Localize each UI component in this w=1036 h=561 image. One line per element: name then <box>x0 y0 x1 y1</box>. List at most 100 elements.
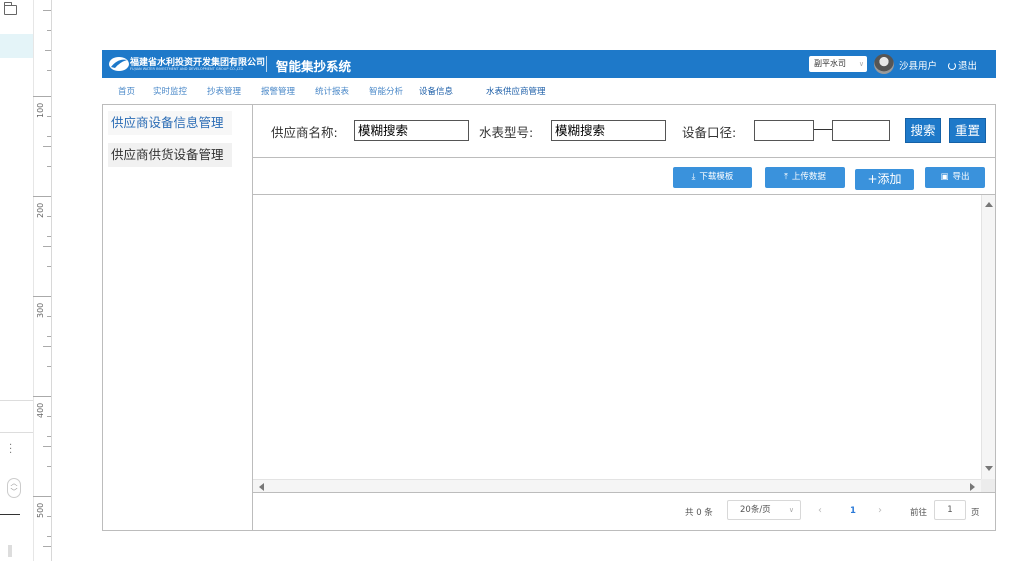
sidebar-item-supplier-device-info[interactable]: 供应商设备信息管理 <box>108 111 232 135</box>
scroll-handle[interactable] <box>8 545 12 557</box>
ruler-tick <box>47 316 51 317</box>
main-panel: 供应商名称: 模糊搜索 水表型号: 模糊搜索 设备口径: 搜索 重置 ⤓ 下载模板… <box>253 104 996 531</box>
filter-bar: 供应商名称: 模糊搜索 水表型号: 模糊搜索 设备口径: 搜索 重置 <box>253 105 995 158</box>
scrollbar-corner <box>981 479 995 492</box>
scroll-up-arrow-icon[interactable] <box>985 202 993 207</box>
ruler-tick <box>33 196 51 197</box>
horizontal-scrollbar[interactable] <box>253 479 981 492</box>
power-icon <box>948 62 956 70</box>
folder-icon[interactable] <box>4 2 17 15</box>
ruler-tick <box>45 50 51 51</box>
ruler-tick <box>47 366 51 367</box>
user-avatar[interactable] <box>874 54 894 74</box>
supplier-name-input[interactable]: 模糊搜索 <box>354 120 469 141</box>
org-name-english: FUJIAN WATER INVESTMENT AND DEVELOPMENT … <box>130 67 244 71</box>
download-template-button[interactable]: ⤓ 下载模板 <box>673 167 752 188</box>
nav-item-alarm[interactable]: 报警管理 <box>261 85 295 97</box>
sidebar: 供应商设备信息管理 供应商供货设备管理 <box>102 104 253 531</box>
next-page-icon[interactable]: › <box>878 505 882 516</box>
ruler-tick <box>47 436 51 437</box>
nav-item-meter-reading[interactable]: 抄表管理 <box>207 85 241 97</box>
top-header-bar: 福建省水利投资开发集团有限公司 FUJIAN WATER INVESTMENT … <box>102 50 996 78</box>
ruler-tick <box>47 70 51 71</box>
selected-layer-band[interactable] <box>0 34 33 58</box>
vertical-ruler: 100 200 300 400 500 <box>33 0 52 561</box>
logout-button[interactable]: 退出 <box>948 58 977 72</box>
ruler-tick <box>33 396 51 397</box>
logout-label: 退出 <box>958 61 978 72</box>
sidebar-item-supplier-supply-device[interactable]: 供应商供货设备管理 <box>108 143 232 167</box>
meter-model-input[interactable]: 模糊搜索 <box>551 120 666 141</box>
ruler-tick <box>33 496 51 497</box>
reset-button[interactable]: 重置 <box>949 118 986 143</box>
action-bar: ⤓ 下载模板 ⤒ 上传数据 +添加 ▣ 导出 <box>253 158 995 195</box>
divider <box>0 514 20 515</box>
upload-icon: ⤒ <box>784 172 788 182</box>
search-button[interactable]: 搜索 <box>905 118 941 143</box>
nav-item-supplier-management[interactable]: 水表供应商管理 <box>486 85 546 97</box>
goto-label: 前往 <box>910 508 928 518</box>
ruler-label: 500 <box>36 502 45 518</box>
ruler-label: 100 <box>36 102 45 118</box>
ruler-tick <box>47 236 51 237</box>
ruler-tick <box>47 166 51 167</box>
ruler-tick <box>47 416 51 417</box>
ruler-tick <box>43 446 51 447</box>
page-size-select[interactable]: 20条/页 ∨ <box>727 500 801 520</box>
caliber-label: 设备口径: <box>682 125 737 140</box>
user-name[interactable]: 沙县用户 <box>899 58 937 72</box>
ruler-tick <box>33 96 51 97</box>
ruler-label: 400 <box>36 402 45 418</box>
nav-item-smart-analysis[interactable]: 智能分析 <box>369 85 403 97</box>
ruler-tick <box>43 246 51 247</box>
nav-item-realtime-monitor[interactable]: 实时监控 <box>153 85 187 97</box>
ruler-label: 300 <box>36 302 45 318</box>
ruler-tick <box>47 216 51 217</box>
app-frame: 福建省水利投资开发集团有限公司 FUJIAN WATER INVESTMENT … <box>102 50 996 531</box>
vertical-scrollbar[interactable] <box>981 195 995 479</box>
scroll-down-arrow-icon[interactable] <box>985 466 993 471</box>
ruler-tick <box>33 296 51 297</box>
scroll-right-arrow-icon[interactable] <box>970 483 975 491</box>
ruler-tick <box>43 146 51 147</box>
caliber-from-input[interactable] <box>754 120 814 141</box>
nav-item-statistics[interactable]: 统计报表 <box>315 85 349 97</box>
ruler-tick <box>47 136 51 137</box>
current-page[interactable]: 1 <box>850 506 856 516</box>
caliber-to-input[interactable] <box>832 120 890 141</box>
company-select-value: 副平水司 <box>814 59 846 68</box>
export-label: 导出 <box>952 172 970 182</box>
nav-item-device-info[interactable]: 设备信息 <box>419 85 453 97</box>
upload-data-label: 上传数据 <box>791 172 826 182</box>
company-select[interactable]: 副平水司 ∨ <box>809 56 867 72</box>
range-separator <box>814 129 832 130</box>
supplier-name-label: 供应商名称: <box>271 125 338 140</box>
data-table <box>253 195 995 492</box>
download-icon: ⤓ <box>691 172 696 182</box>
ruler-label: 200 <box>36 202 45 218</box>
export-button[interactable]: ▣ 导出 <box>925 167 985 188</box>
ruler-tick <box>47 466 51 467</box>
scroll-left-arrow-icon[interactable] <box>259 483 264 491</box>
header-divider <box>266 56 267 72</box>
prev-page-icon[interactable]: ‹ <box>818 505 822 516</box>
ruler-tick <box>43 346 51 347</box>
chevron-up-down-icon[interactable]: ︿ ﹀ <box>7 478 21 498</box>
upload-data-button[interactable]: ⤒ 上传数据 <box>765 167 845 188</box>
nav-item-home[interactable]: 首页 <box>118 85 135 97</box>
chevron-down-icon: ∨ <box>858 60 864 68</box>
ruler-tick <box>43 546 51 547</box>
ruler-tick <box>47 116 51 117</box>
more-vertical-icon[interactable]: · · · <box>9 441 12 459</box>
meter-model-label: 水表型号: <box>479 125 534 140</box>
ruler-tick <box>47 536 51 537</box>
chevron-down-icon: ∨ <box>788 506 794 514</box>
page-unit-label: 页 <box>971 508 980 518</box>
pagination: 共 0 条 20条/页 ∨ ‹ 1 › 前往 1 页 <box>253 492 995 531</box>
export-icon: ▣ <box>940 172 949 182</box>
company-logo-icon <box>109 57 129 71</box>
add-button[interactable]: +添加 <box>855 169 914 190</box>
goto-page-input[interactable]: 1 <box>934 500 966 520</box>
ruler-tick <box>47 336 51 337</box>
page-size-value: 20条/页 <box>740 505 771 515</box>
